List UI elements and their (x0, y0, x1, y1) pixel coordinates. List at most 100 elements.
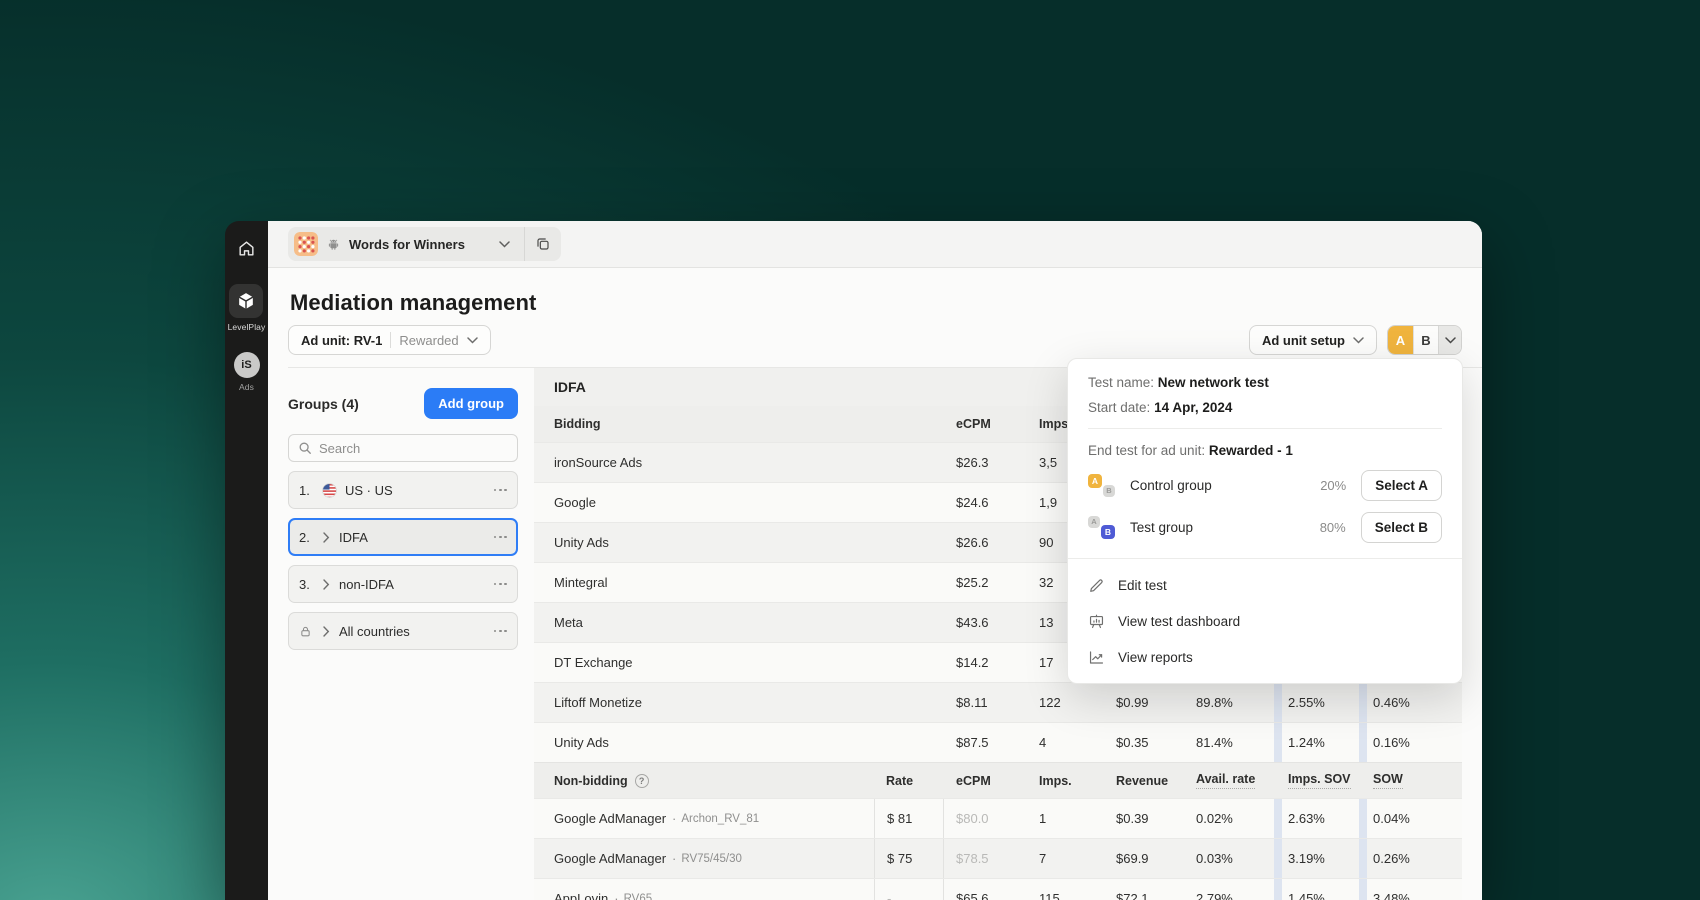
network-name: Liftoff Monetize (554, 683, 944, 722)
ecpm-value: $26.3 (944, 443, 1027, 482)
group-search[interactable] (288, 434, 518, 462)
app-selector-button[interactable]: Words for Winners (288, 227, 524, 261)
add-group-button[interactable]: Add group (424, 388, 518, 419)
variant-a-button[interactable]: A (1388, 326, 1413, 354)
sow-value: 0.04% (1359, 799, 1462, 838)
imps-value: 122 (1027, 683, 1104, 722)
ecpm-value: $26.6 (944, 523, 1027, 562)
levelplay-unity-icon (229, 284, 263, 318)
more-icon[interactable] (494, 485, 507, 496)
group-label: US · US (345, 483, 486, 498)
select-b-button[interactable]: Select B (1361, 512, 1442, 543)
group-item-idfa[interactable]: 2. IDFA (288, 518, 518, 556)
chevron-right-icon[interactable] (322, 532, 331, 543)
divider (390, 332, 391, 348)
instance-name: Archon_RV_81 (681, 813, 759, 825)
test-group-label: Test group (1130, 520, 1320, 535)
menu-item-label: Edit test (1118, 578, 1167, 593)
ad-unit-selector[interactable]: Ad unit: RV-1 Rewarded (288, 325, 491, 355)
rate-cell[interactable]: $ 75 (874, 839, 944, 878)
bidding-section-label: Bidding (554, 406, 944, 442)
table-row[interactable]: Unity Ads $87.5 4 $0.35 81.4% 1.24% 0.16… (534, 722, 1462, 762)
group-item-us[interactable]: 1. US · US (288, 471, 518, 509)
table-row[interactable]: Google AdManager · RV75/45/30 $ 75 $78.5… (534, 838, 1462, 878)
group-label: non-IDFA (339, 577, 486, 592)
group-index: 1. (299, 483, 314, 498)
view-test-dashboard-menu-item[interactable]: View test dashboard (1068, 603, 1462, 639)
chevron-right-icon[interactable] (322, 626, 331, 637)
menu-item-label: View test dashboard (1118, 614, 1240, 629)
ecpm-value: $8.11 (944, 683, 1027, 722)
desktop-background: { "colors": { "accent_blue": "#2b7cf6", … (0, 0, 1700, 900)
android-icon (326, 237, 341, 252)
avail-rate-value: 81.4% (1184, 723, 1274, 762)
search-input[interactable] (319, 441, 508, 456)
variant-menu-button[interactable] (1438, 326, 1461, 354)
variant-b-badge-icon: A B (1088, 516, 1115, 539)
copy-app-button[interactable] (525, 227, 561, 261)
chevron-down-icon (1353, 337, 1364, 344)
revenue-value: $0.99 (1104, 683, 1184, 722)
home-icon[interactable] (237, 239, 256, 258)
edit-test-menu-item[interactable]: Edit test (1068, 567, 1462, 603)
group-item-all-countries[interactable]: All countries (288, 612, 518, 650)
sow-value: 0.16% (1359, 723, 1462, 762)
column-header-imps-sov[interactable]: Imps. SOV (1274, 763, 1359, 798)
ad-unit-label: Ad unit: RV-1 (301, 333, 382, 348)
rate-cell[interactable]: - (874, 879, 944, 900)
header-right-controls: Ad unit setup A B (1249, 325, 1462, 355)
nav-item-levelplay[interactable]: LevelPlay (228, 284, 266, 332)
more-icon[interactable] (494, 532, 507, 543)
nonbidding-section-label: Non-bidding ? (554, 763, 874, 798)
nav-item-ads[interactable]: iS Ads (234, 352, 260, 392)
column-header-sow[interactable]: SOW (1359, 763, 1462, 798)
ad-unit-setup-button[interactable]: Ad unit setup (1249, 325, 1377, 355)
column-header-avail-rate[interactable]: Avail. rate (1184, 763, 1274, 798)
revenue-value: $72.1 (1104, 879, 1184, 900)
ironsource-ads-icon: iS (234, 352, 260, 378)
rate-cell[interactable]: $ 81 (874, 799, 944, 838)
test-name-row: Test name: New network test (1088, 375, 1442, 390)
group-item-non-idfa[interactable]: 3. non-IDFA (288, 565, 518, 603)
table-row[interactable]: Liftoff Monetize $8.11 122 $0.99 89.8% 2… (534, 682, 1462, 722)
test-group-percent: 80% (1320, 520, 1346, 535)
ecpm-value: $87.5 (944, 723, 1027, 762)
column-header-rate[interactable]: Rate (874, 763, 944, 798)
copy-icon (535, 236, 551, 252)
imps-value: 7 (1027, 839, 1104, 878)
network-name: Mintegral (554, 563, 944, 602)
app-icon (294, 232, 318, 256)
chevron-down-icon (467, 337, 478, 344)
nonbidding-header-row: Non-bidding ? Rate eCPM Imps. Revenue Av… (534, 762, 1462, 798)
ecpm-value: $14.2 (944, 643, 1027, 682)
imps-sov-value: 1.45% (1274, 879, 1359, 900)
sow-value: 0.26% (1359, 839, 1462, 878)
group-label: IDFA (339, 530, 486, 545)
table-row[interactable]: Google AdManager · Archon_RV_81 $ 81 $80… (534, 798, 1462, 838)
network-name: ironSource Ads (554, 443, 944, 482)
avail-rate-value: 0.02% (1184, 799, 1274, 838)
ecpm-value: $43.6 (944, 603, 1027, 642)
network-name: AppLovin · RV65 (554, 879, 874, 900)
table-row[interactable]: AppLovin · RV65 - $65.6 115 $72.1 2.79% … (534, 878, 1462, 900)
network-name: Google AdManager · RV75/45/30 (554, 839, 874, 878)
select-a-button[interactable]: Select A (1361, 470, 1442, 501)
app-window: LevelPlay iS Ads Words for Winners (225, 221, 1482, 900)
help-icon[interactable]: ? (635, 774, 649, 788)
more-icon[interactable] (494, 626, 507, 637)
column-header-ecpm[interactable]: eCPM (944, 763, 1027, 798)
nav-label-levelplay: LevelPlay (228, 322, 266, 332)
network-name: Unity Ads (554, 523, 944, 562)
variant-b-button[interactable]: B (1413, 326, 1438, 354)
nav-label-ads: Ads (239, 382, 254, 392)
chevron-right-icon[interactable] (322, 579, 331, 590)
view-reports-menu-item[interactable]: View reports (1068, 639, 1462, 675)
search-icon (298, 441, 312, 455)
more-icon[interactable] (494, 579, 507, 590)
column-header-ecpm[interactable]: eCPM (944, 406, 1027, 442)
groups-panel: Groups (4) Add group 1. (288, 368, 518, 900)
column-header-revenue[interactable]: Revenue (1104, 763, 1184, 798)
column-header-imps[interactable]: Imps. (1027, 763, 1104, 798)
imps-sov-value: 3.19% (1274, 839, 1359, 878)
ecpm-value: $24.6 (944, 483, 1027, 522)
